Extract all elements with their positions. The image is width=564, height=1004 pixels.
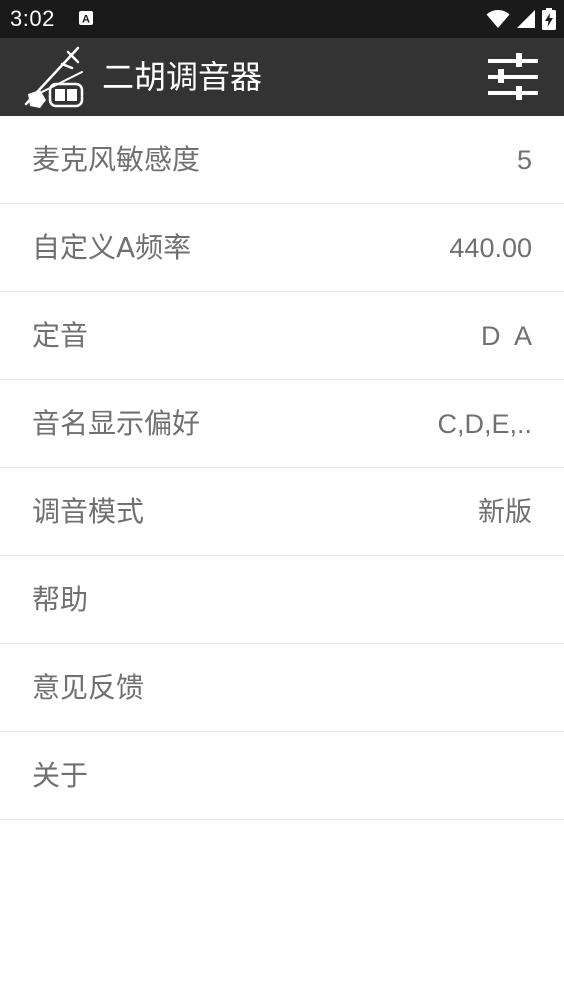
status-time: 3:02 [10,6,55,31]
setting-label: 帮助 [32,583,89,616]
setting-tuning-mode[interactable]: 调音模式 新版 [0,468,564,556]
notification-a-icon: A [79,11,93,26]
settings-button[interactable] [488,53,538,101]
sliders-settings-icon [488,53,538,100]
app-bar: 二胡调音器 [0,38,564,116]
setting-value: C,D,E,.. [437,409,532,439]
setting-value: 5 [516,145,532,175]
setting-label: 调音模式 [32,495,145,528]
setting-custom-a-frequency[interactable]: 自定义A频率 440.00 [0,204,564,292]
setting-feedback[interactable]: 意见反馈 [0,644,564,732]
wifi-icon [486,10,510,28]
setting-help[interactable]: 帮助 [0,556,564,644]
setting-label: 自定义A频率 [32,231,192,264]
status-icons [486,8,556,30]
setting-tuning[interactable]: 定音 D A [0,292,564,380]
setting-label: 意见反馈 [32,671,145,704]
svg-text:A: A [82,14,90,26]
setting-label: 音名显示偏好 [32,407,201,440]
setting-mic-sensitivity[interactable]: 麦克风敏感度 5 [0,116,564,204]
setting-label: 定音 [32,319,89,352]
setting-value: 新版 [478,497,532,527]
setting-label: 麦克风敏感度 [32,143,201,176]
setting-value: 440.00 [449,233,532,263]
signal-icon [517,10,535,28]
battery-charging-icon [542,8,556,30]
status-bar: 3:02 A [0,0,564,38]
setting-value: D A [480,321,532,351]
setting-label: 关于 [32,759,89,792]
setting-note-name-preference[interactable]: 音名显示偏好 C,D,E,.. [0,380,564,468]
app-title: 二胡调音器 [102,58,263,96]
erhu-logo-icon [24,46,84,108]
setting-about[interactable]: 关于 [0,732,564,820]
settings-list: 麦克风敏感度 5 自定义A频率 440.00 定音 D A 音名显示偏好 C,D… [0,116,564,820]
